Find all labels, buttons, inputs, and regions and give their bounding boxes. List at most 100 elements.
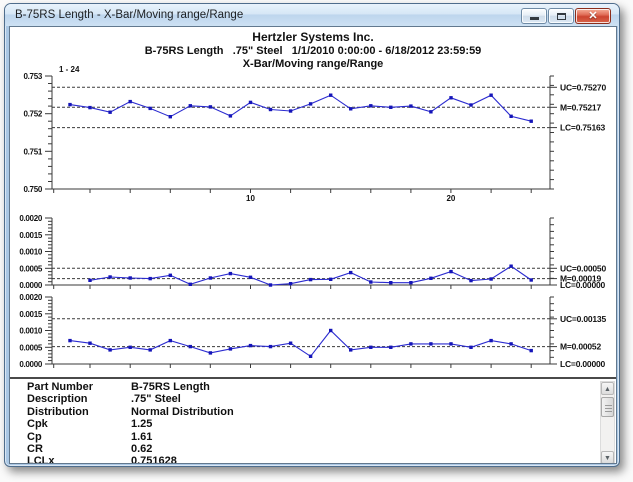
xbar-data-point xyxy=(429,110,432,113)
xbar-data-point xyxy=(88,106,91,109)
moving-range-data-point xyxy=(469,279,472,282)
moving-range-data-point xyxy=(129,276,132,279)
range-data-point xyxy=(108,348,111,351)
moving-range-data-point xyxy=(269,283,272,286)
xbar-data-point xyxy=(149,107,152,110)
control-charts: 0.7500.7510.7520.7531020UC=0.75270M=0.75… xyxy=(10,61,617,377)
range-data-point xyxy=(169,339,172,342)
moving-range-data-point xyxy=(249,276,252,279)
maximize-button[interactable] xyxy=(548,8,574,24)
scrollbar-thumb[interactable] xyxy=(601,397,614,417)
minimize-button[interactable] xyxy=(521,8,547,24)
range-uc-label: UC=0.00135 xyxy=(560,314,606,324)
xbar-subgroup-range-label: 1 - 24 xyxy=(59,65,80,74)
range-data-point xyxy=(249,344,252,347)
moving-range-ytick-label: 0.0020 xyxy=(19,214,43,223)
moving-range-chart: 0.00000.00050.00100.00150.0020UC=0.00050… xyxy=(19,214,606,290)
xbar-data-point xyxy=(489,94,492,97)
range-data-point xyxy=(289,342,292,345)
stats-row-label: Cp xyxy=(27,431,42,443)
maximize-icon xyxy=(557,13,566,20)
close-button[interactable]: ✕ xyxy=(575,8,611,24)
xbar-data-point xyxy=(309,102,312,105)
range-data-point xyxy=(229,347,232,350)
moving-range-data-point xyxy=(149,277,152,280)
range-data-point xyxy=(429,342,432,345)
close-icon: ✕ xyxy=(576,9,610,23)
title-bar[interactable]: B-75RS Length - X-Bar/Moving range/Range… xyxy=(5,4,619,26)
stats-table: Part NumberB-75RS LengthDescription.75" … xyxy=(10,381,616,464)
stats-row-value: 1.25 xyxy=(131,418,152,430)
stats-row: Cp 1.61 xyxy=(10,431,616,443)
range-ytick-label: 0.0005 xyxy=(19,343,43,352)
xbar-data-point xyxy=(449,96,452,99)
stats-row-label: CR xyxy=(27,443,43,455)
moving-range-data-point xyxy=(88,279,91,282)
scroll-up-button[interactable]: ▲ xyxy=(601,382,614,395)
range-data-point xyxy=(88,342,91,345)
range-data-point xyxy=(329,329,332,332)
minimize-icon xyxy=(530,17,539,20)
stats-panel: Part NumberB-75RS LengthDescription.75" … xyxy=(10,377,616,464)
stats-row: Part Number B-75RS Length xyxy=(10,381,616,393)
xbar-uc-label: UC=0.75270 xyxy=(560,82,606,92)
stats-row-value: 1.61 xyxy=(131,431,152,443)
moving-range-data-point xyxy=(369,280,372,283)
xbar-data-point xyxy=(530,120,533,123)
xbar-xtick-label: 10 xyxy=(246,194,255,203)
range-data-point xyxy=(409,342,412,345)
range-lc-label: LC=0.00000 xyxy=(560,359,605,369)
stats-row-value: 0.62 xyxy=(131,443,152,455)
moving-range-lc-label: LC=0.00000 xyxy=(560,280,605,290)
xbar-data-point xyxy=(209,105,212,108)
moving-range-data-point xyxy=(108,275,111,278)
range-data-point xyxy=(68,339,71,342)
moving-range-data-point xyxy=(389,281,392,284)
range-data-point xyxy=(309,355,312,358)
moving-range-data-point xyxy=(489,277,492,280)
xbar-data-point xyxy=(189,104,192,107)
range-data-point xyxy=(269,345,272,348)
range-data-point xyxy=(509,342,512,345)
moving-range-data-point xyxy=(429,277,432,280)
moving-range-data-point xyxy=(289,282,292,285)
range-ytick-label: 0.0020 xyxy=(19,293,43,302)
moving-range-data-point xyxy=(449,270,452,273)
xbar-data-point xyxy=(329,94,332,97)
window-controls: ✕ xyxy=(521,8,611,24)
stats-row: CR 0.62 xyxy=(10,443,616,455)
range-data-point xyxy=(530,349,533,352)
stats-row-value: B-75RS Length xyxy=(131,381,210,393)
xbar-data-point xyxy=(269,108,272,111)
moving-range-data-point xyxy=(209,276,212,279)
range-ytick-label: 0.0015 xyxy=(19,310,43,319)
range-data-point xyxy=(189,345,192,348)
xbar-data-point xyxy=(108,111,111,114)
xbar-data-point xyxy=(369,104,372,107)
part-and-daterange: B-75RS Length .75" Steel 1/1/2010 0:00:0… xyxy=(10,45,616,57)
xbar-chart: 0.7500.7510.7520.7531020UC=0.75270M=0.75… xyxy=(23,65,606,203)
range-data-point xyxy=(129,346,132,349)
xbar-ytick-label: 0.752 xyxy=(23,110,42,119)
stats-row: Cpk 1.25 xyxy=(10,418,616,430)
moving-range-ytick-label: 0.0015 xyxy=(19,231,43,240)
scroll-down-button[interactable]: ▼ xyxy=(601,451,614,464)
moving-range-series-line xyxy=(90,266,531,285)
moving-range-data-point xyxy=(329,278,332,281)
xbar-data-point xyxy=(229,114,232,117)
xbar-lc-label: LC=0.75163 xyxy=(560,123,605,133)
range-chart: 0.00000.00050.00100.00150.0020UC=0.00135… xyxy=(19,293,606,369)
range-data-point xyxy=(489,339,492,342)
xbar-data-point xyxy=(289,109,292,112)
stats-row-label: Cpk xyxy=(27,418,48,430)
range-data-point xyxy=(369,346,372,349)
stats-row-label: Part Number xyxy=(27,381,93,393)
stats-row: LCLx0.751628 xyxy=(10,455,616,464)
moving-range-data-point xyxy=(349,271,352,274)
stats-row-label: Distribution xyxy=(27,406,89,418)
stats-scrollbar[interactable]: ▲ ▼ xyxy=(600,381,615,464)
range-ytick-label: 0.0000 xyxy=(19,360,43,369)
xbar-data-point xyxy=(509,115,512,118)
window-content: Hertzler Systems Inc. B-75RS Length .75"… xyxy=(9,26,617,464)
thumb-grip xyxy=(605,408,612,409)
